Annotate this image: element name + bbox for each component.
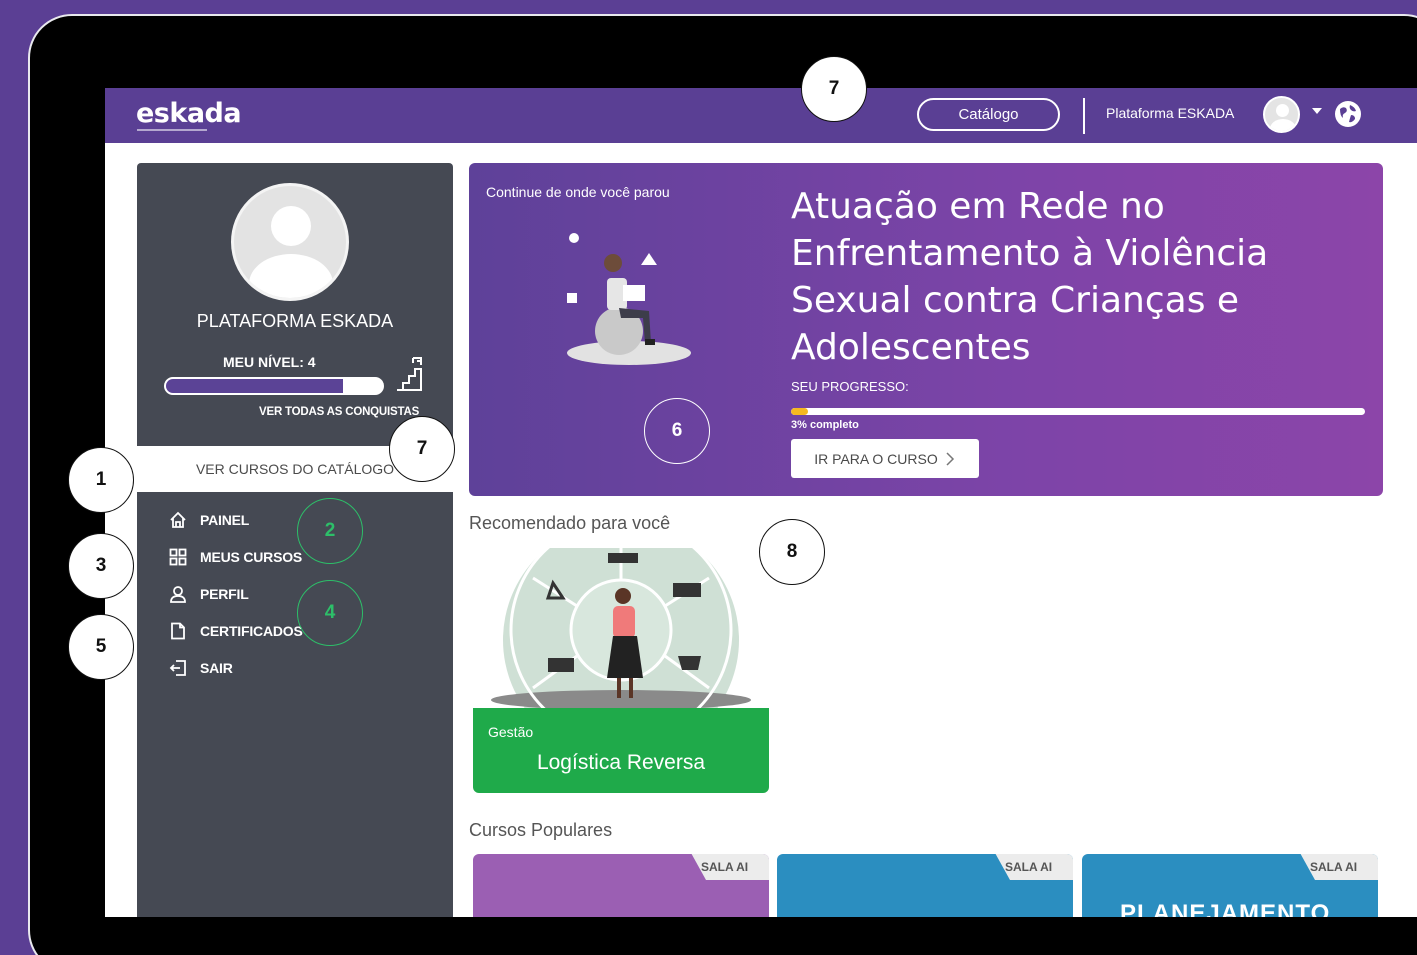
progress-label: SEU PROGRESSO: — [791, 379, 909, 394]
course-tag: SALA AI — [995, 854, 1073, 880]
recommended-title: Recomendado para você — [469, 513, 671, 533]
sidebar-item-label: MEUS CURSOS — [200, 548, 303, 565]
go-to-course-label: IR PARA O CURSO — [814, 450, 938, 467]
logo-tagline — [137, 129, 207, 131]
user-icon — [170, 585, 186, 603]
popular-course-card[interactable]: SALA AI — [777, 854, 1073, 917]
go-to-course-button[interactable]: IR PARA O CURSO — [791, 439, 979, 478]
annotation-marker: 2 — [297, 498, 363, 564]
continue-label: Continue de onde você parou — [486, 184, 670, 200]
popular-title: Cursos Populares — [469, 820, 613, 840]
course-card[interactable]: Gestão Logística Reversa — [473, 548, 769, 793]
course-progress-bar — [791, 408, 1365, 415]
achievements-link[interactable]: VER TODAS AS CONQUISTAS — [259, 406, 419, 418]
course-tag: SALA AI — [1300, 854, 1378, 880]
chevron-right-icon — [946, 451, 954, 466]
course-card-title: PLANEJAMENTO — [1120, 900, 1331, 917]
popular-course-card[interactable]: SALA AI PLANEJAMENTO — [1082, 854, 1378, 917]
level-progress-bar — [164, 377, 384, 395]
sidebar-item-label: PERFIL — [200, 585, 249, 602]
globe-icon[interactable] — [1334, 100, 1362, 128]
sidebar-item-label: CERTIFICADOS — [200, 622, 303, 639]
course-tag: SALA AI — [691, 854, 769, 880]
profile-name: PLATAFORMA ESKADA — [196, 311, 394, 331]
annotation-marker: 7 — [801, 56, 867, 122]
continue-course-banner: Continue de onde você parou Atuação em R… — [469, 163, 1383, 496]
stairs-icon — [397, 357, 422, 391]
annotation-marker: 1 — [68, 447, 134, 513]
course-title: Atuação em Rede no Enfrentamento à Violê… — [791, 186, 1269, 368]
course-card-footer: Gestão Logística Reversa — [473, 708, 769, 793]
course-progress-fill — [791, 408, 809, 415]
logistics-illustration — [473, 548, 769, 708]
popular-course-card[interactable]: SALA AI — [473, 854, 769, 917]
annotation-marker: 3 — [68, 533, 134, 599]
device-frame: eskada Catálogo Plataforma ESKADA PLATAF… — [28, 14, 1417, 955]
grid-icon — [169, 548, 187, 565]
level-progress-fill — [166, 379, 344, 393]
annotation-marker: 4 — [297, 580, 363, 646]
sidebar-item-painel[interactable]: PAINEL — [169, 501, 303, 538]
sidebar-item-perfil[interactable]: PERFIL — [169, 575, 303, 612]
level-label: MEU NÍVEL: 4 — [223, 354, 316, 370]
sidebar-item-certificados[interactable]: CERTIFICADOS — [169, 612, 303, 649]
user-name[interactable]: Plataforma ESKADA — [1106, 105, 1234, 121]
sidebar: PLATAFORMA ESKADA MEU NÍVEL: 4 VER TODAS… — [137, 163, 453, 917]
annotation-marker: 8 — [759, 519, 825, 585]
annotation-marker: 7 — [389, 416, 455, 482]
sidebar-nav: PAINEL MEUS CURSOS PERFIL CERTIFICADOS S… — [169, 501, 303, 686]
sidebar-item-sair[interactable]: SAIR — [169, 649, 303, 686]
reading-person-illustration — [567, 233, 691, 365]
chevron-down-icon[interactable] — [1312, 108, 1322, 114]
sidebar-item-label: PAINEL — [200, 511, 250, 528]
topbar-divider — [1083, 98, 1085, 134]
home-icon — [170, 511, 186, 528]
app-screen: eskada Catálogo Plataforma ESKADA PLATAF… — [105, 88, 1417, 917]
document-icon — [171, 622, 185, 639]
annotation-marker: 6 — [644, 398, 710, 464]
sidebar-item-meus-cursos[interactable]: MEUS CURSOS — [169, 538, 303, 575]
top-bar: eskada Catálogo Plataforma ESKADA — [105, 88, 1417, 143]
course-category: Gestão — [488, 724, 534, 740]
sidebar-item-label: SAIR — [200, 659, 233, 676]
catalog-button[interactable]: Catálogo — [917, 98, 1060, 131]
profile-avatar[interactable] — [231, 183, 349, 301]
logout-icon — [169, 659, 186, 676]
annotation-marker: 5 — [68, 614, 134, 680]
course-card-title: Logística Reversa — [536, 751, 706, 774]
logo[interactable]: eskada — [136, 98, 242, 129]
user-avatar[interactable] — [1263, 96, 1300, 133]
progress-text: 3% completo — [791, 419, 859, 431]
